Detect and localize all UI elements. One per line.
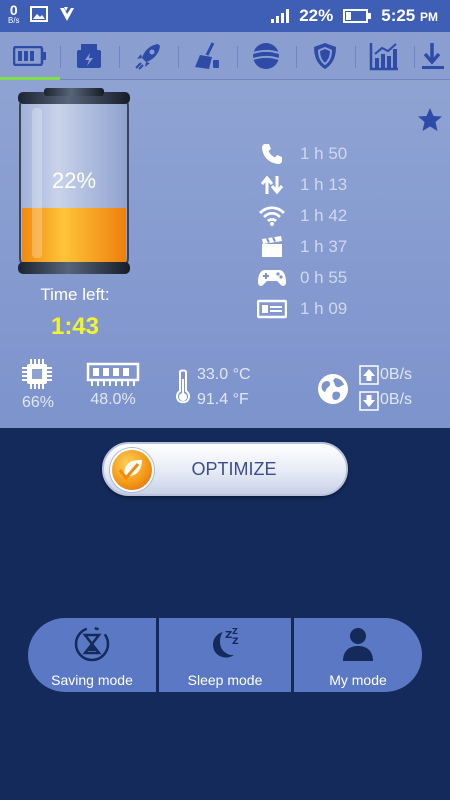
upload-speed: 0B/s	[380, 366, 413, 383]
tab-protect[interactable]	[300, 38, 350, 74]
optimize-button[interactable]: OPTIMIZE	[102, 442, 348, 496]
usage-row-wifi: 1 h 42	[256, 202, 436, 230]
saving-mode-button[interactable]: Saving mode	[28, 618, 156, 692]
upload-arrow-icon	[359, 365, 379, 385]
status-time: 5:25	[381, 6, 416, 25]
gamepad-icon	[256, 265, 288, 291]
usage-row-video: 1 h 37	[256, 233, 436, 261]
my-mode-label: My mode	[329, 672, 387, 688]
ram-icon	[86, 362, 140, 386]
sleep-mode-button[interactable]: Z Z Z Sleep mode	[159, 618, 291, 692]
optimize-label: OPTIMIZE	[191, 459, 277, 479]
tab-battery[interactable]	[5, 38, 55, 74]
cpu-usage-value: 66%	[21, 394, 55, 411]
svg-text:Z: Z	[232, 627, 238, 636]
battery-percent-text: 22%	[51, 168, 97, 193]
status-battery-icon	[343, 9, 372, 23]
tab-separator	[119, 46, 120, 68]
person-icon	[338, 624, 378, 664]
wifi-icon	[256, 203, 288, 229]
signal-icon	[271, 9, 290, 23]
net-speed-unit: B/s	[8, 16, 20, 25]
svg-text:Z: Z	[232, 637, 239, 647]
saving-mode-label: Saving mode	[51, 672, 133, 688]
status-clock: 5:25 PM	[381, 6, 438, 26]
time-left-label: Time left:	[40, 285, 110, 304]
download-speed: 0B/s	[380, 391, 413, 408]
tab-separator	[355, 46, 356, 68]
usage-row-game: 0 h 55	[256, 264, 436, 292]
usage-row-call: 1 h 50	[256, 140, 436, 168]
data-transfer-icon	[256, 172, 288, 198]
usage-value: 1 h 37	[300, 237, 348, 256]
tab-clean[interactable]	[182, 38, 232, 74]
hourglass-icon	[72, 624, 112, 664]
rocket-icon	[135, 44, 160, 70]
usage-value: 1 h 13	[300, 175, 348, 194]
status-ampm: PM	[420, 10, 438, 24]
battery-icon	[13, 46, 46, 66]
thermometer-icon	[175, 369, 191, 404]
optimize-leaf-icon	[110, 448, 154, 492]
moon-sleep-icon: Z Z Z	[205, 624, 245, 664]
status-right: 22% 5:25 PM	[271, 6, 438, 26]
favorite-star-icon[interactable]	[416, 106, 444, 134]
globe-icon	[252, 43, 280, 69]
temperature-celsius: 33.0 °C	[197, 366, 251, 383]
usage-value: 1 h 09	[300, 299, 348, 318]
status-battery-percent: 22%	[299, 6, 334, 25]
usage-value: 1 h 42	[300, 206, 348, 225]
status-left: 0 B/s	[8, 3, 76, 25]
usage-row-data: 1 h 13	[256, 171, 436, 199]
my-mode-button[interactable]: My mode	[294, 618, 422, 692]
video-clapper-icon	[256, 234, 288, 260]
tab-bar	[0, 32, 450, 80]
phone-icon	[256, 141, 288, 167]
radio-icon	[256, 296, 288, 322]
usage-value: 0 h 55	[300, 268, 348, 287]
tab-separator	[296, 46, 297, 68]
status-bar: 0 B/s 22% 5:25 PM	[0, 0, 450, 32]
tab-download[interactable]	[418, 38, 450, 74]
bar-chart-icon	[369, 43, 398, 71]
usage-row-radio: 1 h 09	[256, 295, 436, 323]
tab-boost[interactable]	[123, 38, 173, 74]
shield-icon	[314, 43, 336, 69]
sleep-mode-label: Sleep mode	[187, 672, 263, 688]
tab-stats[interactable]	[359, 38, 409, 74]
tab-charging[interactable]	[64, 38, 114, 74]
charger-icon	[77, 44, 101, 68]
tab-separator	[60, 46, 61, 68]
temperature-fahrenheit: 91.4 °F	[197, 391, 249, 408]
tab-network[interactable]	[241, 38, 291, 74]
tab-separator	[414, 46, 415, 68]
mode-selector: Saving mode Z Z Z Sleep mode My mode	[28, 618, 422, 692]
broom-icon	[195, 42, 219, 69]
app-notification-icon	[59, 7, 74, 21]
cpu-icon	[22, 359, 52, 389]
time-left-value: 1:43	[50, 313, 100, 340]
download-arrow-icon	[359, 391, 379, 411]
net-speed-value: 0	[9, 2, 18, 18]
usage-value: 1 h 50	[300, 144, 348, 163]
download-icon	[422, 43, 444, 69]
image-notification-icon	[29, 6, 48, 22]
ram-usage-value: 48.0%	[90, 391, 136, 408]
tab-separator	[237, 46, 238, 68]
net-speed-indicator: 0 B/s	[8, 3, 20, 25]
world-network-icon	[318, 374, 348, 404]
tab-separator	[178, 46, 179, 68]
